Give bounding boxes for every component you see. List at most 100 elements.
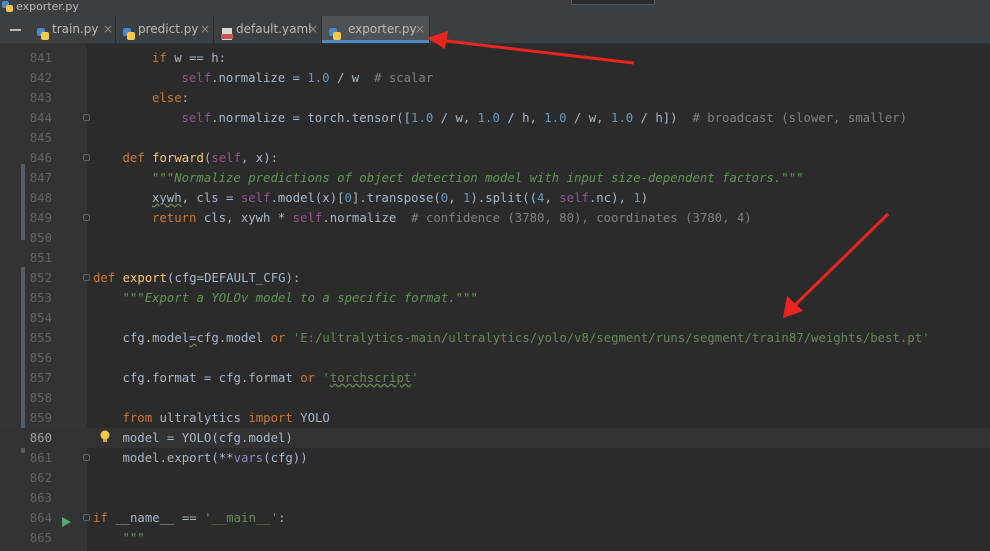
- code-line[interactable]: 865 """: [0, 528, 990, 548]
- code-token: def: [93, 271, 123, 285]
- code-line[interactable]: 860 model = YOLO(cfg.model): [0, 428, 990, 448]
- code-token: if: [152, 51, 175, 65]
- line-number: 859: [29, 411, 52, 425]
- code-line[interactable]: 850: [0, 228, 990, 248]
- code-text: self.normalize = torch.tensor([1.0 / w, …: [182, 108, 908, 128]
- code-line[interactable]: 854: [0, 308, 990, 328]
- code-line[interactable]: 857 cfg.format = cfg.format or 'torchscri…: [0, 368, 990, 388]
- line-number: 851: [29, 251, 52, 265]
- line-number: 865: [29, 531, 52, 545]
- code-token: or: [300, 371, 323, 385]
- line-number: 850: [29, 231, 52, 245]
- code-token: (cfg=DEFAULT_CFG):: [167, 271, 301, 285]
- line-number: 853: [29, 291, 52, 305]
- code-token: ': [322, 371, 330, 385]
- line-number: 855: [29, 331, 52, 345]
- code-token: cfg.format = cfg.format: [122, 371, 301, 385]
- code-token: self: [292, 211, 323, 225]
- code-token: export: [122, 271, 168, 285]
- code-line[interactable]: 859 from ultralytics import YOLO: [0, 408, 990, 428]
- collapse-icon[interactable]: [10, 29, 21, 31]
- tab-train-py[interactable]: train.py ×: [30, 16, 116, 43]
- code-line[interactable]: 844 self.normalize = torch.tensor([1.0 / …: [0, 108, 990, 128]
- close-icon[interactable]: ×: [308, 16, 318, 43]
- code-token: cfg.model: [196, 331, 271, 345]
- fold-marker-icon[interactable]: [83, 114, 90, 121]
- code-line[interactable]: 863: [0, 488, 990, 508]
- code-text: cfg.format = cfg.format or 'torchscript': [123, 368, 419, 388]
- code-token: / h,: [499, 111, 545, 125]
- code-line[interactable]: 848 xywh, cls = self.model(x)[0].transpos…: [0, 188, 990, 208]
- title-bar-widget[interactable]: [571, 0, 655, 5]
- code-text: return cls, xywh * self.normalize # conf…: [152, 208, 752, 228]
- code-token: ,: [448, 191, 463, 205]
- code-line[interactable]: 845: [0, 128, 990, 148]
- code-line[interactable]: 847 """Normalize predictions of object de…: [0, 168, 990, 188]
- line-number: 845: [29, 131, 52, 145]
- code-token: forward: [152, 151, 204, 165]
- code-editor[interactable]: 841 if w == h: 842 self.normalize = 1.0 / w…: [0, 44, 990, 551]
- code-line[interactable]: 862: [0, 468, 990, 488]
- code-token: vars: [233, 451, 264, 465]
- tab-label: default.yaml: [236, 22, 312, 36]
- fold-marker-icon[interactable]: [83, 514, 90, 521]
- code-token: return: [152, 211, 204, 225]
- code-text: def forward(self, x):: [123, 148, 279, 168]
- code-token: , x):: [240, 151, 279, 165]
- code-token: # broadcast (slower, smaller): [692, 111, 908, 125]
- code-token: / w,: [433, 111, 478, 125]
- code-token: cfg.model: [122, 331, 190, 345]
- code-line[interactable]: 843 else:: [0, 88, 990, 108]
- code-line[interactable]: 861 model.export(**vars(cfg)): [0, 448, 990, 468]
- window-title: exporter.py: [16, 0, 79, 13]
- code-text: model.export(**vars(cfg)): [123, 448, 308, 468]
- close-icon[interactable]: ×: [415, 16, 425, 43]
- close-icon[interactable]: ×: [103, 16, 113, 43]
- code-text: """Normalize predictions of object detec…: [152, 168, 804, 188]
- code-line[interactable]: 853 """Export a YOLOv model to a specific…: [0, 288, 990, 308]
- code-line[interactable]: 852 def export(cfg=DEFAULT_CFG):: [0, 268, 990, 288]
- code-text: """: [123, 528, 145, 548]
- tab-exporter-py[interactable]: exporter.py ×: [322, 16, 430, 43]
- code-line[interactable]: 855 cfg.model=cfg.model or 'E:/ultralytic…: [0, 328, 990, 348]
- lightbulb-icon[interactable]: [99, 430, 111, 450]
- line-number: 863: [29, 491, 52, 505]
- code-token: .normalize = torch.tensor([: [211, 111, 412, 125]
- fold-marker-icon[interactable]: [83, 454, 90, 461]
- code-line[interactable]: 849 return cls, xywh * self.normalize # c…: [0, 208, 990, 228]
- code-line[interactable]: 864 if __name__ == '__main__':: [0, 508, 990, 528]
- tab-default-yaml[interactable]: default.yaml ×: [214, 16, 322, 43]
- code-text: from ultralytics import YOLO: [123, 408, 330, 428]
- code-line[interactable]: 841 if w == h:: [0, 48, 990, 68]
- code-line[interactable]: 856: [0, 348, 990, 368]
- active-tab-indicator: [322, 40, 429, 43]
- code-token: from: [122, 411, 160, 425]
- code-line[interactable]: 858: [0, 388, 990, 408]
- code-token: ,: [544, 191, 560, 205]
- line-number: 846: [29, 151, 52, 165]
- close-icon[interactable]: ×: [200, 16, 210, 43]
- code-line[interactable]: 846 def forward(self, x):: [0, 148, 990, 168]
- editor-tab-bar: train.py × predict.py × default.yaml × e…: [0, 16, 990, 44]
- line-number: 864: [29, 511, 52, 525]
- code-text: else:: [152, 88, 189, 108]
- code-line[interactable]: 851: [0, 248, 990, 268]
- code-token: self: [181, 111, 212, 125]
- code-token: 'E:/ultralytics-main/ultralytics/yolo/v8…: [292, 331, 930, 345]
- code-token: 1.0: [610, 111, 634, 125]
- code-token: """: [122, 531, 145, 545]
- code-token: / h]): [633, 111, 693, 125]
- window-title-bar: exporter.py: [0, 0, 990, 16]
- code-token: xywh: [152, 191, 182, 205]
- code-text: def export(cfg=DEFAULT_CFG):: [93, 268, 300, 288]
- code-line[interactable]: 842 self.normalize = 1.0 / w # scalar: [0, 68, 990, 88]
- code-token: / w,: [566, 111, 611, 125]
- tab-predict-py[interactable]: predict.py ×: [116, 16, 214, 43]
- line-number: 849: [29, 211, 52, 225]
- line-number: 848: [29, 191, 52, 205]
- fold-marker-icon[interactable]: [83, 154, 90, 161]
- code-token: 0: [344, 191, 352, 205]
- fold-marker-icon[interactable]: [83, 274, 90, 281]
- code-token: :: [278, 511, 286, 525]
- fold-marker-icon[interactable]: [83, 214, 90, 221]
